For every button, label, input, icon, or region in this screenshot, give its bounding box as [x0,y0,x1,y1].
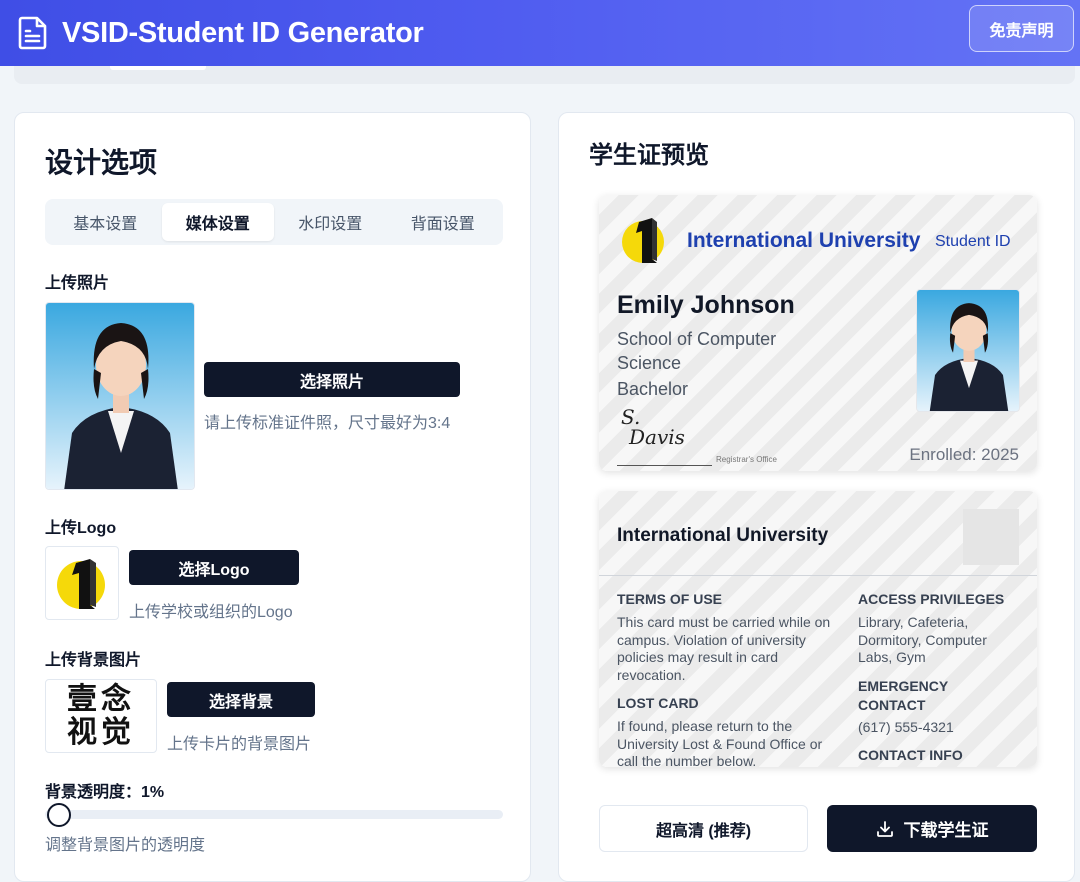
access-heading: ACCESS PRIVILEGES [858,591,1005,607]
photo-thumbnail [45,302,195,490]
upload-logo-label: 上传Logo [45,520,117,537]
choose-background-button[interactable]: 选择背景 [167,682,315,717]
opacity-label: 背景透明度：1% [45,784,165,801]
tab-media-settings[interactable]: 媒体设置 [161,203,274,241]
download-button-label: 下载学生证 [903,821,989,840]
emergency-heading: EMERGENCY CONTACT [858,678,948,713]
card-degree: Bachelor [617,379,689,399]
ultra-hd-button[interactable]: 超高清 (推荐) [599,805,808,852]
card-logo-image [622,218,664,263]
student-photo-image [46,303,194,489]
strip-indicator [110,66,206,70]
logo-thumbnail [45,546,119,620]
lost-card-text: If found, please return to the Universit… [617,718,823,767]
preview-title: 学生证预览 [589,142,709,169]
design-options-title: 设计选项 [45,147,158,178]
id-preview-panel: 学生证预览 International University Student I… [558,112,1075,882]
choose-logo-button[interactable]: 选择Logo [129,550,299,585]
back-university-name: International University [617,525,829,546]
disclaimer-button[interactable]: 免责声明 [969,5,1074,52]
download-button[interactable]: 下载学生证 [827,805,1037,852]
photo-hint: 请上传标准证件照，尺寸最好为3:4 [204,415,451,432]
card-student-name: Emily Johnson [617,291,795,319]
card-enrolled: Enrolled: 2025 [909,445,1019,464]
background-thumb-text-2: 视觉 [67,716,135,749]
choose-photo-button[interactable]: 选择照片 [204,362,460,397]
app-header: VSID-Student ID Generator 免责声明 [0,0,1080,66]
university-logo-image [57,559,105,609]
card-student-id-label: Student ID [935,233,1011,250]
top-strip [14,66,1075,84]
upload-background-label: 上传背景图片 [45,652,142,669]
opacity-hint: 调整背景图片的透明度 [45,837,206,854]
document-icon [18,16,47,50]
download-icon [876,820,893,837]
card-school: School of Computer Science [617,329,777,373]
tab-basic-settings[interactable]: 基本设置 [49,203,162,241]
contact-heading: CONTACT INFO [858,747,963,763]
settings-tabs: 基本设置 媒体设置 水印设置 背面设置 [45,199,503,245]
back-divider [599,575,1037,576]
background-thumb-text-1: 壹念 [67,683,135,716]
opacity-slider-thumb[interactable] [47,803,71,827]
app-title: VSID-Student ID Generator [62,16,424,49]
registrar-label: Registrar's Office [716,455,777,464]
card-photo [916,289,1020,412]
signature-rule [617,465,712,466]
signature-line-2: Davis [629,425,685,449]
access-text: Library, Cafeteria, Dormitory, Computer … [858,614,987,665]
opacity-slider-track[interactable] [45,810,503,819]
tab-back-settings[interactable]: 背面设置 [387,203,500,241]
signature-line-1: S. [621,405,641,429]
lost-card-heading: LOST CARD [617,695,699,711]
upload-photo-label: 上传照片 [45,275,110,292]
emergency-text: (617) 555-4321 [858,719,954,735]
back-qr-placeholder [963,509,1019,565]
card-university-name: International University [687,229,921,252]
id-card-back: International University TERMS OF USE Th… [599,491,1037,767]
design-options-panel: 设计选项 基本设置 媒体设置 水印设置 背面设置 上传照片 选择照片 请上传标准… [14,112,531,882]
terms-heading: TERMS OF USE [617,591,723,607]
card-signature: S. Davis [621,407,685,447]
card-student-photo-image [917,290,1019,411]
tab-watermark-settings[interactable]: 水印设置 [274,203,387,241]
background-hint: 上传卡片的背景图片 [167,736,312,753]
id-card-front: International University Student ID Emil… [599,195,1037,471]
background-thumbnail: 壹念 视觉 [45,679,157,753]
terms-text: This card must be carried while on campu… [617,614,831,683]
logo-hint: 上传学校或组织的Logo [129,604,293,621]
